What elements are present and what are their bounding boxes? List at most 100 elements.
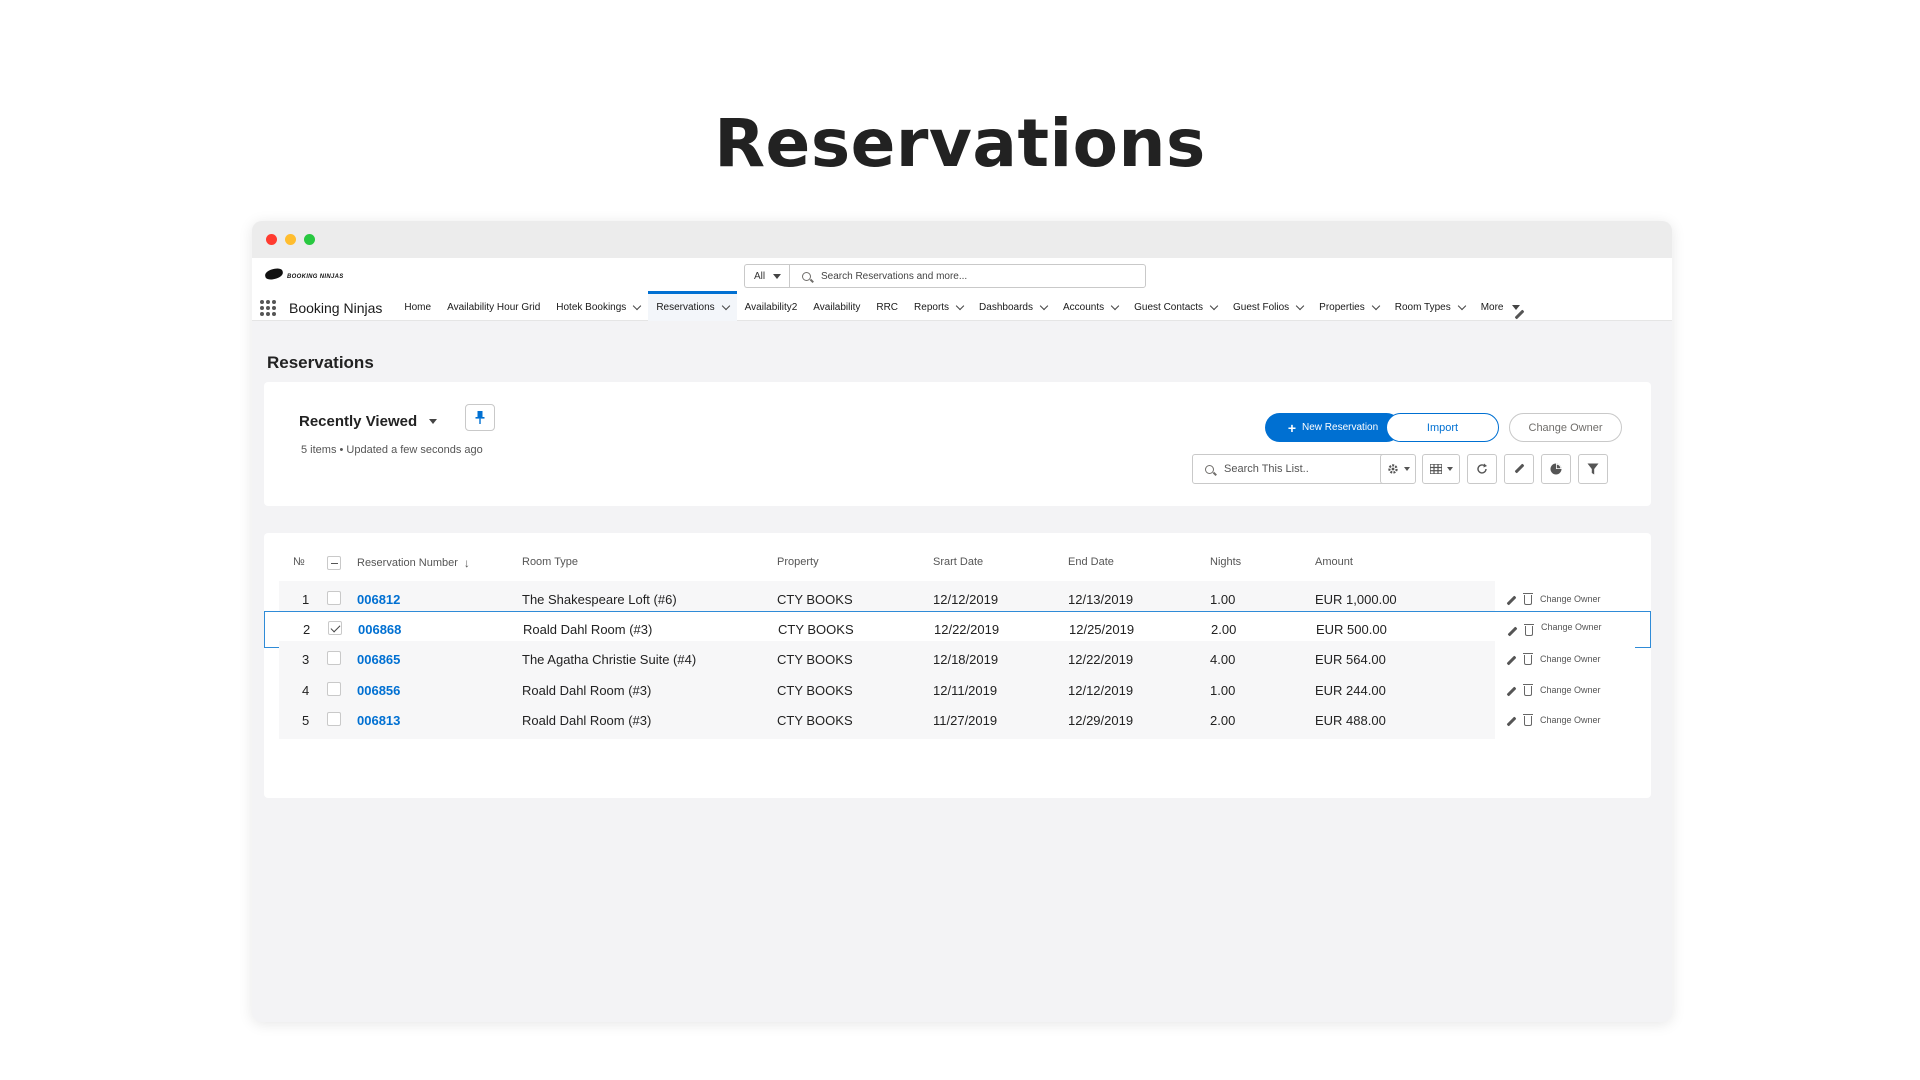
chevron-down-icon[interactable] xyxy=(1209,301,1219,310)
nav-item-properties[interactable]: Properties xyxy=(1311,294,1387,321)
booking-ninjas-logo[interactable]: BOOKING NINJAS xyxy=(263,266,344,282)
chevron-down-icon[interactable] xyxy=(1457,301,1466,310)
property-cell: CTY BOOKS xyxy=(777,652,853,667)
reservation-number-link[interactable]: 006856 xyxy=(357,683,400,698)
inline-edit-button[interactable] xyxy=(1504,454,1534,484)
row-delete-button[interactable] xyxy=(1524,624,1534,639)
reservation-number-link[interactable]: 006865 xyxy=(357,652,400,667)
change-owner-button[interactable]: Change Owner xyxy=(1509,413,1622,442)
row-edit-button[interactable] xyxy=(1506,715,1516,730)
select-all-checkbox[interactable] xyxy=(327,556,341,570)
edit-nav-icon[interactable] xyxy=(1514,310,1524,320)
amount-cell: EUR 500.00 xyxy=(1316,622,1387,637)
row-change-owner-link[interactable]: Change Owner xyxy=(1540,685,1601,695)
reservation-number-link[interactable]: 006812 xyxy=(357,592,400,607)
header-reservation-number[interactable]: Reservation Number ↓ xyxy=(357,556,470,570)
trash-icon xyxy=(1523,593,1533,605)
charts-button[interactable] xyxy=(1541,454,1571,484)
header-select-all[interactable] xyxy=(327,556,341,570)
maximize-window-dot[interactable] xyxy=(304,234,315,245)
row-delete-button[interactable] xyxy=(1523,593,1533,608)
nav-item-availability2[interactable]: Availability2 xyxy=(737,294,806,321)
chevron-down-icon[interactable] xyxy=(1110,301,1120,310)
hero-title: Reservations xyxy=(714,105,1206,182)
room-type-cell: Roald Dahl Room (#3) xyxy=(523,622,653,637)
filter-button[interactable] xyxy=(1578,454,1608,484)
row-edit-button[interactable] xyxy=(1507,625,1517,640)
row-change-owner-link[interactable]: Change Owner xyxy=(1541,622,1602,632)
header-property[interactable]: Property xyxy=(777,556,819,568)
import-button[interactable]: Import xyxy=(1386,413,1499,442)
row-change-owner-link[interactable]: Change Owner xyxy=(1540,594,1601,604)
row-delete-button[interactable] xyxy=(1523,653,1533,668)
row-delete-button[interactable] xyxy=(1523,684,1533,699)
header-room-type[interactable]: Room Type xyxy=(522,556,578,568)
global-search: All Search Reservations and more... xyxy=(744,264,1146,288)
room-type-cell: The Shakespeare Loft (#6) xyxy=(522,592,677,607)
nav-item-availability[interactable]: Availability xyxy=(805,294,868,321)
nav-item-room-types[interactable]: Room Types xyxy=(1387,294,1473,321)
nav-item-rrc[interactable]: RRC xyxy=(868,294,906,321)
nav-item-home[interactable]: Home xyxy=(396,294,439,321)
display-as-button[interactable] xyxy=(1422,454,1460,484)
row-edit-button[interactable] xyxy=(1506,654,1516,669)
row-delete-button[interactable] xyxy=(1523,714,1533,729)
chevron-down-icon[interactable] xyxy=(955,301,965,310)
nav-item-reports[interactable]: Reports xyxy=(906,294,971,321)
chevron-down-icon[interactable] xyxy=(1295,301,1305,310)
chevron-down-icon[interactable] xyxy=(721,301,730,310)
nav-item-availability-hour-grid[interactable]: Availability Hour Grid xyxy=(439,294,548,321)
chevron-down-icon[interactable] xyxy=(633,301,642,310)
window-titlebar xyxy=(252,221,1672,258)
row-checkbox[interactable] xyxy=(327,651,341,665)
row-checkbox[interactable] xyxy=(327,591,341,605)
row-change-owner-link[interactable]: Change Owner xyxy=(1540,715,1601,725)
row-checkbox[interactable] xyxy=(327,682,341,696)
pin-list-view-button[interactable] xyxy=(465,404,495,431)
nav-item-guest-contacts[interactable]: Guest Contacts xyxy=(1126,294,1225,321)
table-row[interactable]: 5 006813 Roald Dahl Room (#3) CTY BOOKS 11/2… xyxy=(279,702,1635,739)
nav-item-dashboards[interactable]: Dashboards xyxy=(971,294,1055,321)
reservation-number-link[interactable]: 006813 xyxy=(357,713,400,728)
close-window-dot[interactable] xyxy=(266,234,277,245)
minimize-window-dot[interactable] xyxy=(285,234,296,245)
app-launcher-icon[interactable] xyxy=(260,299,276,316)
nav-item-label: Reservations xyxy=(656,302,715,313)
new-reservation-button[interactable]: + New Reservation xyxy=(1265,413,1401,442)
nav-item-guest-folios[interactable]: Guest Folios xyxy=(1225,294,1311,321)
row-checkbox-cell[interactable] xyxy=(328,621,342,638)
pencil-icon xyxy=(1506,656,1516,666)
header-end-date[interactable]: End Date xyxy=(1068,556,1114,568)
header-nights[interactable]: Nights xyxy=(1210,556,1241,568)
sort-arrow-down-icon: ↓ xyxy=(463,556,470,570)
list-settings-button[interactable] xyxy=(1380,454,1416,484)
row-checkbox[interactable] xyxy=(327,712,341,726)
chevron-down-icon[interactable] xyxy=(1371,301,1380,310)
nav-item-hotek-bookings[interactable]: Hotek Bookings xyxy=(548,294,648,321)
refresh-button[interactable] xyxy=(1467,454,1497,484)
header-start-date[interactable]: Srart Date xyxy=(933,556,983,568)
nav-item-reservations[interactable]: Reservations xyxy=(648,291,738,321)
row-edit-button[interactable] xyxy=(1506,685,1516,700)
search-scope-select[interactable]: All xyxy=(744,264,789,288)
row-checkbox-cell[interactable] xyxy=(327,712,341,729)
chevron-down-icon[interactable] xyxy=(1039,301,1049,310)
row-checkbox-cell[interactable] xyxy=(327,591,341,608)
row-number: 3 xyxy=(302,652,310,667)
nav-item-label: Accounts xyxy=(1062,302,1105,313)
row-edit-button[interactable] xyxy=(1506,594,1516,609)
reservation-number-link[interactable]: 006868 xyxy=(358,622,401,637)
row-change-owner-link[interactable]: Change Owner xyxy=(1540,654,1601,664)
row-checkbox-cell[interactable] xyxy=(327,682,341,699)
nav-item-accounts[interactable]: Accounts xyxy=(1055,294,1126,321)
row-checkbox[interactable] xyxy=(328,621,342,635)
list-view-selector[interactable]: Recently Viewed xyxy=(299,413,438,430)
nav-item-label: Guest Contacts xyxy=(1134,302,1204,313)
row-checkbox-cell[interactable] xyxy=(327,651,341,668)
global-search-input[interactable]: Search Reservations and more... xyxy=(789,264,1146,288)
page-title: Reservations xyxy=(267,353,374,372)
gear-icon xyxy=(1387,464,1398,474)
amount-cell: EUR 1,000.00 xyxy=(1315,592,1397,607)
list-view-title: Recently Viewed xyxy=(299,413,418,430)
header-amount[interactable]: Amount xyxy=(1315,556,1353,568)
